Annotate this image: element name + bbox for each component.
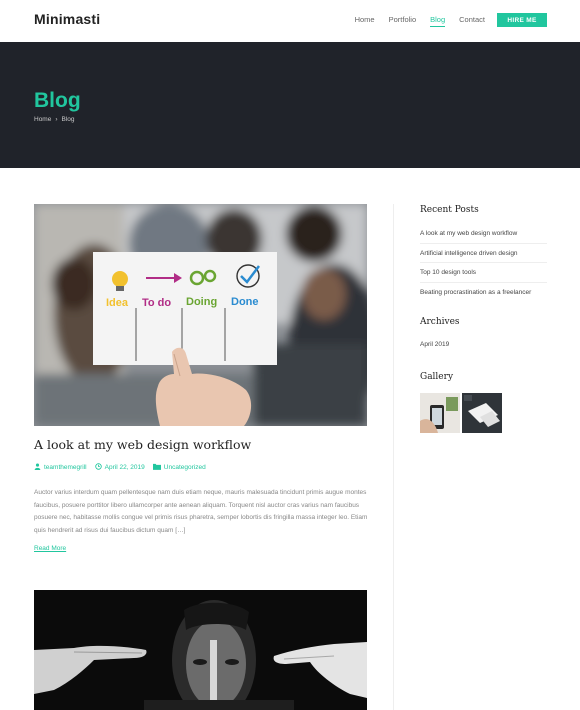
post-meta: teamthemegrill April 22, 2019 Uncategori… bbox=[34, 463, 206, 472]
gallery-thumb[interactable] bbox=[420, 393, 460, 433]
archive-item[interactable]: April 2019 bbox=[420, 341, 449, 348]
recent-post-item[interactable]: Top 10 design tools bbox=[420, 263, 547, 283]
page-banner: Blog Home › Blog bbox=[0, 42, 580, 168]
recent-post-item[interactable]: Beating procrastination as a freelancer bbox=[420, 283, 547, 303]
post-excerpt: Auctor varius interdum quam pellentesque… bbox=[34, 489, 368, 534]
nav-contact[interactable]: Contact bbox=[459, 15, 485, 27]
image-word-doing: Doing bbox=[186, 296, 217, 308]
post-date-text[interactable]: April 22, 2019 bbox=[105, 464, 145, 471]
recent-posts-title: Recent Posts bbox=[420, 205, 479, 215]
breadcrumb-home[interactable]: Home bbox=[34, 116, 51, 123]
content-divider bbox=[393, 204, 394, 710]
site-logo[interactable]: Minimasti bbox=[34, 11, 100, 27]
breadcrumb-current: Blog bbox=[61, 116, 75, 123]
post-author-name[interactable]: teamthemegrill bbox=[44, 464, 87, 471]
gallery bbox=[420, 393, 502, 433]
user-icon bbox=[34, 463, 41, 472]
post-title[interactable]: A look at my web design workflow bbox=[34, 437, 251, 452]
folder-icon bbox=[152, 463, 161, 472]
recent-post-item[interactable]: Artificial intelligence driven design bbox=[420, 244, 547, 263]
post-featured-image-2[interactable] bbox=[34, 590, 367, 710]
read-more-link[interactable]: Read More bbox=[34, 545, 66, 552]
post-category[interactable]: Uncategorized bbox=[152, 463, 206, 472]
archives-title: Archives bbox=[420, 317, 460, 327]
main-nav: Home Portfolio Blog Contact bbox=[355, 15, 485, 27]
clock-icon bbox=[94, 463, 102, 472]
image-word-idea: Idea bbox=[106, 297, 129, 309]
image-word-done: Done bbox=[231, 296, 259, 308]
recent-posts-list: A look at my web design workflow Artific… bbox=[420, 224, 547, 302]
gallery-thumb[interactable] bbox=[462, 393, 502, 433]
post-author[interactable]: teamthemegrill bbox=[34, 463, 87, 472]
recent-post-item[interactable]: A look at my web design workflow bbox=[420, 224, 547, 244]
breadcrumb: Home › Blog bbox=[34, 116, 75, 123]
hire-me-button[interactable]: HIRE ME bbox=[497, 13, 547, 27]
site-header: Minimasti Home Portfolio Blog Contact HI… bbox=[0, 0, 580, 42]
breadcrumb-separator: › bbox=[55, 116, 58, 123]
post-date[interactable]: April 22, 2019 bbox=[94, 463, 145, 472]
image-word-todo: To do bbox=[142, 297, 171, 309]
page-title: Blog bbox=[34, 89, 81, 112]
nav-portfolio[interactable]: Portfolio bbox=[389, 15, 417, 27]
post-featured-image[interactable]: Idea To do Doing Done bbox=[34, 204, 367, 426]
post-category-text[interactable]: Uncategorized bbox=[164, 464, 206, 471]
nav-blog[interactable]: Blog bbox=[430, 15, 446, 27]
gallery-title: Gallery bbox=[420, 372, 454, 382]
nav-home[interactable]: Home bbox=[355, 15, 375, 27]
